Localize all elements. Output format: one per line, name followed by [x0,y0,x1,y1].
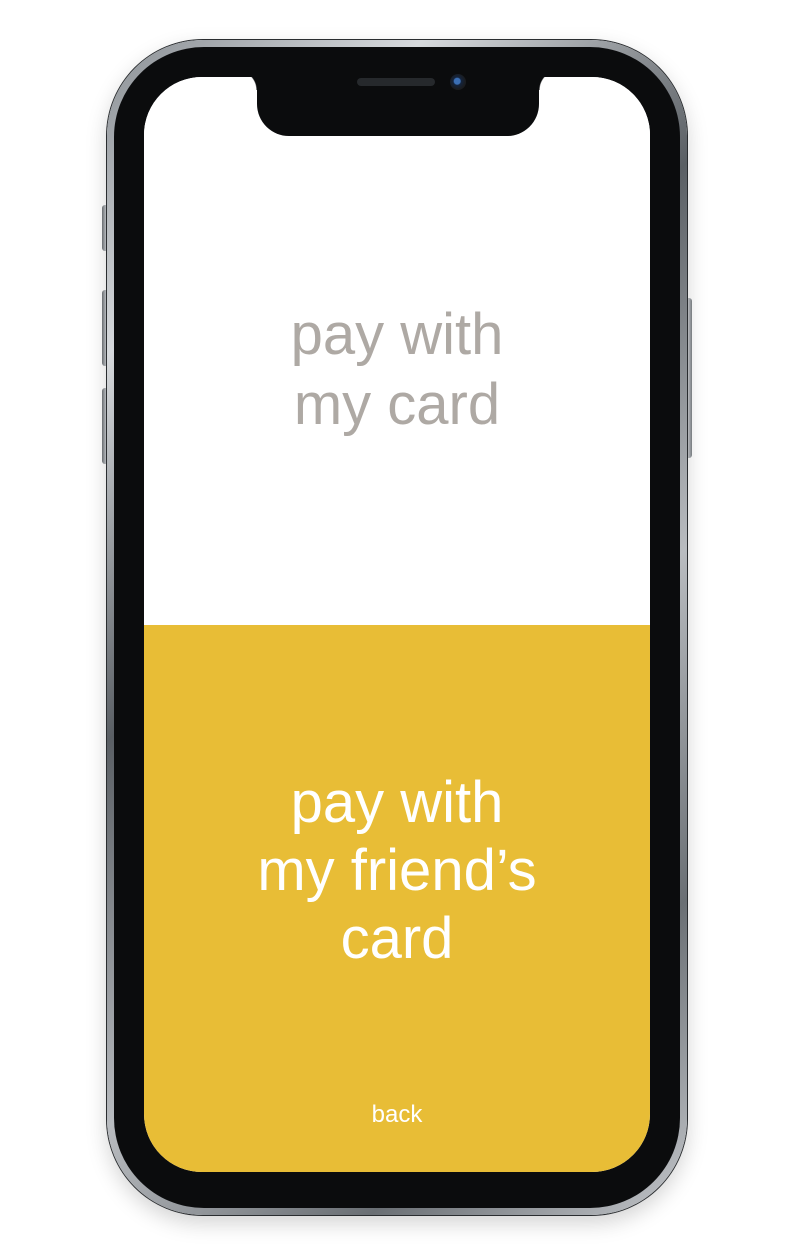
phone-screen: pay with my card pay with my friend’s ca… [144,77,650,1172]
back-link[interactable]: back [347,1101,447,1129]
pay-with-friends-card-line1: pay with [290,770,504,835]
pay-with-friends-card-line3: card [340,906,454,971]
pay-with-friends-card-line2: my friend’s [257,838,537,903]
phone-notch [237,70,559,136]
front-camera [450,74,466,90]
pay-with-my-card-label: pay with my card [247,300,547,440]
device-mockup: pay with my card pay with my friend’s ca… [0,0,800,1250]
phone-frame: pay with my card pay with my friend’s ca… [107,40,687,1215]
pay-with-friends-card-label: pay with my friend’s card [144,769,650,973]
speaker-grille [357,78,435,86]
pay-with-my-card-line2: my card [293,372,501,437]
pay-with-my-card-option[interactable]: pay with my card [144,77,650,625]
pay-with-friends-card-option[interactable]: pay with my friend’s card back [144,625,650,1172]
pay-with-my-card-line1: pay with [290,302,504,367]
